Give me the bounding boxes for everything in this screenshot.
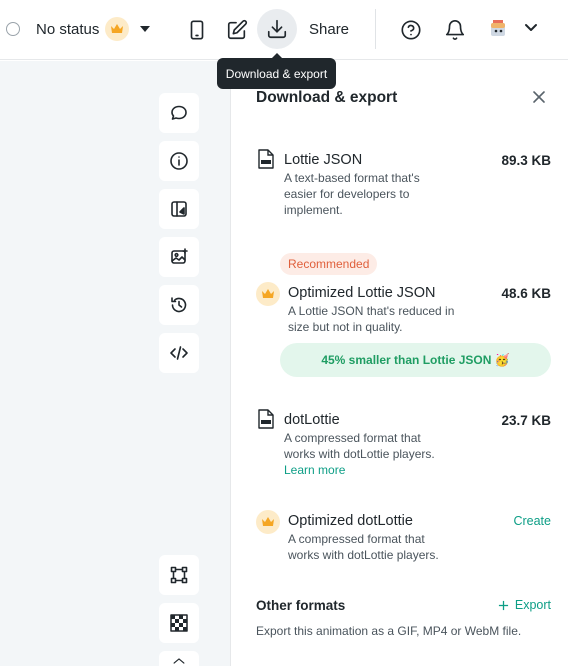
export-label: Export — [514, 598, 551, 612]
download-export-panel: Download & export Lottie JSON 89.3 KB A … — [232, 61, 568, 666]
option-description: A compressed format that works with dotL… — [284, 431, 435, 461]
crown-icon — [256, 282, 280, 306]
status-label[interactable]: No status — [36, 21, 99, 38]
bounding-box-button[interactable] — [159, 555, 199, 595]
other-formats-title: Other formats — [256, 598, 346, 613]
layers-icon — [171, 201, 187, 217]
savings-banner: 45% smaller than Lottie JSON 🥳 — [280, 343, 551, 377]
lottie-file-icon — [258, 409, 274, 429]
plus-icon — [498, 600, 508, 610]
option-name: Lottie JSON — [284, 152, 363, 168]
help-icon — [401, 20, 421, 40]
comments-button[interactable] — [159, 93, 199, 133]
create-button[interactable]: Create — [513, 514, 551, 528]
comment-icon — [171, 105, 187, 120]
avatar[interactable] — [487, 18, 509, 40]
crown-icon — [105, 17, 129, 41]
export-button[interactable]: Export — [498, 598, 551, 612]
transparency-grid-button[interactable] — [159, 603, 199, 643]
history-button[interactable] — [159, 285, 199, 325]
json-file-icon — [258, 149, 274, 169]
bounding-box-icon — [170, 566, 188, 584]
share-button[interactable]: Share — [309, 21, 349, 38]
history-icon — [171, 297, 187, 313]
option-description: A compressed format that works with dotL… — [288, 532, 439, 562]
download-tooltip: Download & export — [217, 53, 336, 89]
info-button[interactable] — [159, 141, 199, 181]
assets-button[interactable] — [159, 237, 199, 277]
recommended-badge: Recommended — [280, 253, 378, 275]
crown-icon — [256, 510, 280, 534]
option-size: 89.3 KB — [501, 153, 551, 168]
other-formats-description: Export this animation as a GIF, MP4 or W… — [256, 624, 522, 638]
option-name: dotLottie — [284, 412, 340, 428]
code-icon — [170, 346, 188, 360]
mobile-icon — [190, 20, 204, 40]
info-icon — [170, 152, 188, 170]
learn-more-link[interactable]: Learn more — [284, 462, 345, 478]
status-radio-icon[interactable] — [6, 22, 20, 36]
status-dropdown-caret-icon[interactable] — [140, 26, 150, 32]
notifications-button[interactable] — [437, 12, 473, 48]
mobile-preview-button[interactable] — [179, 12, 215, 48]
account-menu-chevron-icon[interactable] — [524, 20, 538, 39]
option-size: 23.7 KB — [501, 413, 551, 428]
image-icon — [171, 248, 188, 264]
transparency-grid-icon — [170, 614, 188, 632]
chevron-up-icon — [173, 658, 185, 664]
canvas-area — [0, 61, 231, 671]
option-description: A Lottie JSON that's reduced in size but… — [288, 304, 455, 334]
bell-icon — [445, 20, 465, 40]
option-size: 48.6 KB — [501, 286, 551, 301]
download-button[interactable] — [257, 9, 297, 49]
panel-title: Download & export — [256, 89, 398, 106]
option-name: Optimized dotLottie — [288, 513, 413, 529]
edit-icon — [227, 19, 248, 40]
toolbar-divider — [375, 9, 376, 49]
help-button[interactable] — [393, 12, 429, 48]
code-button[interactable] — [159, 333, 199, 373]
top-toolbar: No status Share — [0, 0, 568, 60]
close-icon[interactable] — [532, 90, 546, 104]
option-description: A text-based format that's easier for de… — [284, 171, 420, 217]
more-tools-button[interactable] — [159, 651, 199, 671]
option-name: Optimized Lottie JSON — [288, 285, 436, 301]
download-icon — [267, 19, 287, 39]
edit-button[interactable] — [219, 12, 255, 48]
layers-button[interactable] — [159, 189, 199, 229]
